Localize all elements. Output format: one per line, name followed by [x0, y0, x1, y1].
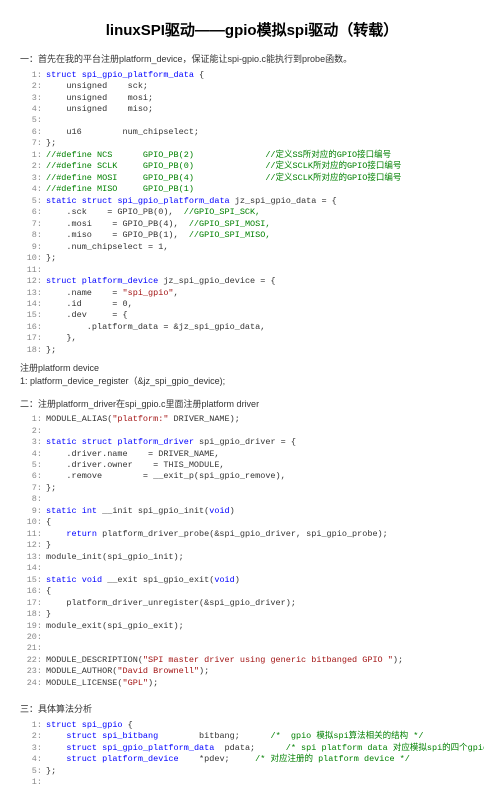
code-line: 19:module_exit(spi_gpio_exit); [20, 621, 484, 632]
code-line: 2: struct spi_bitbang bitbang; /* gpio 模… [20, 731, 484, 742]
code-line: 14: [20, 563, 484, 574]
code-line: 17: platform_driver_unregister(&spi_gpio… [20, 598, 484, 609]
code-line: 5: [20, 115, 484, 126]
code-line: 6: .sck = GPIO_PB(0), //GPIO_SPI_SCK, [20, 207, 484, 218]
register-line: 1: platform_device_register（&jz_spi_gpio… [20, 375, 484, 388]
code-line: 17: }, [20, 333, 484, 344]
code-line: 11: [20, 265, 484, 276]
code-line: 16: .platform_data = &jz_spi_gpio_data, [20, 322, 484, 333]
code-line: 6: u16 num_chipselect; [20, 127, 484, 138]
code-line: 1:MODULE_ALIAS("platform:" DRIVER_NAME); [20, 414, 484, 425]
intro-3: 三：具体算法分析 [20, 703, 484, 716]
code-line: 13: .name = "spi_gpio", [20, 288, 484, 299]
code-line: 4: struct platform_device *pdev; /* 对应注册… [20, 754, 484, 765]
code-line: 3://#define MOSI GPIO_PB(4) //定义SCLK所对应的… [20, 173, 484, 184]
code-line: 2: [20, 426, 484, 437]
intro-2: 二：注册platform_driver在spi_gpio.c里面注册platfo… [20, 398, 484, 411]
code-line: 8: [20, 494, 484, 505]
code-block-3: 1:struct spi_gpio {2: struct spi_bitbang… [20, 720, 484, 789]
code-line: 6: .remove = __exit_p(spi_gpio_remove), [20, 471, 484, 482]
code-block-2: 1:MODULE_ALIAS("platform:" DRIVER_NAME);… [20, 414, 484, 689]
intro-1: 一：首先在我的平台注册platform_device，保证能让spi-gpio.… [20, 53, 484, 66]
code-line: 3: unsigned mosi; [20, 93, 484, 104]
code-line: 1:struct spi_gpio_platform_data { [20, 70, 484, 81]
code-line: 20: [20, 632, 484, 643]
code-line: 24:MODULE_LICENSE("GPL"); [20, 678, 484, 689]
code-line: 7:}; [20, 483, 484, 494]
code-line: 5:}; [20, 766, 484, 777]
code-line: 2://#define SCLK GPIO_PB(0) //定义SCLK所对应的… [20, 161, 484, 172]
code-line: 15:static void __exit spi_gpio_exit(void… [20, 575, 484, 586]
code-line: 18:}; [20, 345, 484, 356]
code-line: 12:struct platform_device jz_spi_gpio_de… [20, 276, 484, 287]
code-line: 15: .dev = { [20, 310, 484, 321]
code-line: 12:} [20, 540, 484, 551]
register-heading: 注册platform device [20, 362, 484, 375]
code-line: 1://#define NCS GPIO_PB(2) //定义SS所对应的GPI… [20, 150, 484, 161]
code-line: 9: .num_chipselect = 1, [20, 242, 484, 253]
code-line: 21: [20, 643, 484, 654]
code-line: 7: .mosi = GPIO_PB(4), //GPIO_SPI_MOSI, [20, 219, 484, 230]
code-line: 14: .id = 0, [20, 299, 484, 310]
code-line: 2: unsigned sck; [20, 81, 484, 92]
code-line: 1:struct spi_gpio { [20, 720, 484, 731]
code-line: 4: unsigned miso; [20, 104, 484, 115]
code-line: 5: .driver.owner = THIS_MODULE, [20, 460, 484, 471]
code-line: 23:MODULE_AUTHOR("David Brownell"); [20, 666, 484, 677]
code-line: 3:static struct platform_driver spi_gpio… [20, 437, 484, 448]
code-line: 1: [20, 777, 484, 788]
code-line: 4://#define MISO GPIO_PB(1) [20, 184, 484, 195]
code-line: 13:module_init(spi_gpio_init); [20, 552, 484, 563]
code-line: 8: .miso = GPIO_PB(1), //GPIO_SPI_MISO, [20, 230, 484, 241]
code-line: 10:}; [20, 253, 484, 264]
page-title: linuxSPI驱动——gpio模拟spi驱动（转载） [20, 20, 484, 41]
code-line: 22:MODULE_DESCRIPTION("SPI master driver… [20, 655, 484, 666]
code-line: 18:} [20, 609, 484, 620]
code-block-1: 1:struct spi_gpio_platform_data {2: unsi… [20, 70, 484, 357]
code-line: 7:}; [20, 138, 484, 149]
code-line: 16:{ [20, 586, 484, 597]
code-line: 5:static struct spi_gpio_platform_data j… [20, 196, 484, 207]
code-line: 9:static int __init spi_gpio_init(void) [20, 506, 484, 517]
code-line: 4: .driver.name = DRIVER_NAME, [20, 449, 484, 460]
code-line: 11: return platform_driver_probe(&spi_gp… [20, 529, 484, 540]
code-line: 10:{ [20, 517, 484, 528]
code-line: 3: struct spi_gpio_platform_data pdata; … [20, 743, 484, 754]
